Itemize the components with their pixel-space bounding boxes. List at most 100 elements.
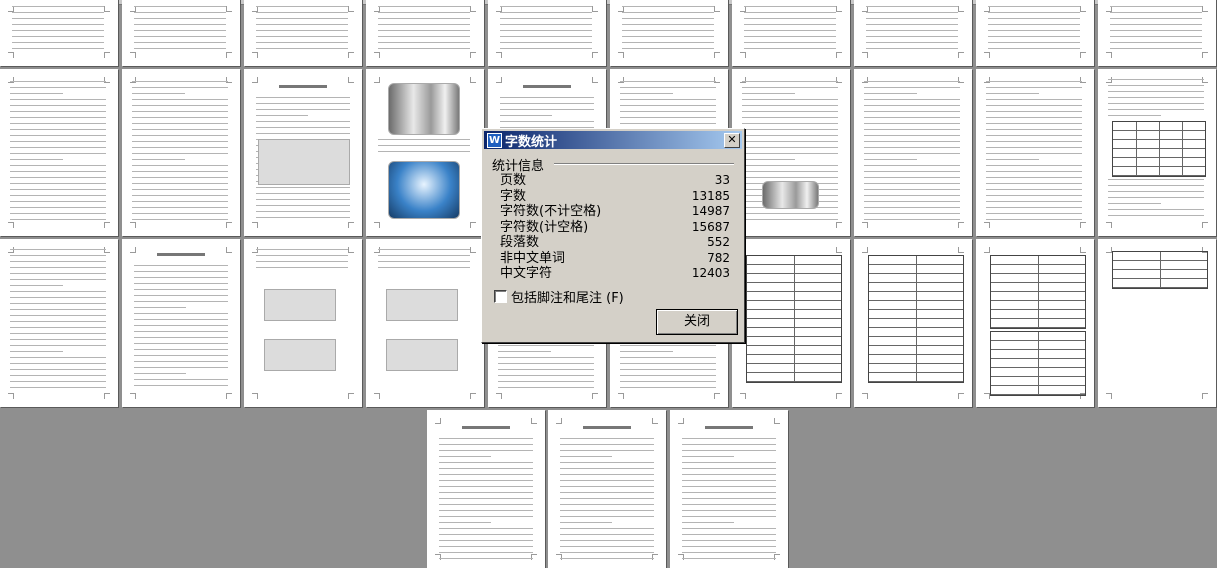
page-thumbnail[interactable] <box>122 239 240 407</box>
crop-mark <box>618 52 624 58</box>
text-line <box>134 271 228 272</box>
text-line <box>439 534 533 535</box>
text-line <box>1108 91 1204 92</box>
stat-label: 字符数(不计空格) <box>500 204 602 219</box>
text-line <box>866 18 958 19</box>
text-line <box>622 42 714 43</box>
page-thumbnail[interactable] <box>854 0 972 66</box>
text-line <box>560 462 654 463</box>
page-thumbnail[interactable] <box>670 410 788 568</box>
text-line <box>10 171 106 172</box>
text-line <box>439 486 533 487</box>
text-line <box>12 36 104 37</box>
text-line <box>742 99 838 100</box>
text-line <box>560 504 654 505</box>
text-line <box>1108 85 1204 86</box>
close-icon[interactable]: ✕ <box>724 133 740 148</box>
page-thumbnail[interactable] <box>976 239 1094 407</box>
text-line <box>620 363 716 364</box>
page-thumbnail[interactable] <box>610 0 728 66</box>
text-line <box>620 381 716 382</box>
text-line <box>134 361 228 362</box>
text-line <box>742 147 838 148</box>
text-line <box>10 129 106 130</box>
page-thumbnail[interactable] <box>122 0 240 66</box>
text-line <box>560 486 654 487</box>
text-line <box>682 558 776 559</box>
text-line <box>439 444 533 445</box>
page-thumbnail[interactable] <box>122 69 240 236</box>
page-thumbnail[interactable] <box>366 239 484 407</box>
crop-mark <box>862 52 868 58</box>
text-line <box>500 6 592 7</box>
text-line <box>988 6 1080 7</box>
include-footnotes-checkbox[interactable] <box>494 290 507 303</box>
text-line <box>10 303 106 304</box>
text-line <box>439 552 533 553</box>
crop-mark <box>984 52 990 58</box>
page-thumbnail[interactable] <box>427 410 545 568</box>
crop-mark <box>104 222 110 228</box>
page-thumbnail[interactable] <box>488 0 606 66</box>
text-line <box>498 351 551 352</box>
text-line <box>864 159 917 160</box>
text-line <box>134 18 226 19</box>
text-line <box>986 207 1082 208</box>
text-line <box>378 24 470 25</box>
text-line <box>682 522 734 523</box>
page-thumbnail[interactable] <box>732 239 850 407</box>
text-line <box>132 177 228 178</box>
dialog-titlebar[interactable]: W 字数统计 ✕ <box>484 131 742 150</box>
text-line <box>682 474 776 475</box>
page-thumbnail[interactable] <box>1098 239 1216 407</box>
text-line <box>132 213 228 214</box>
page-thumbnail[interactable] <box>854 239 972 407</box>
include-footnotes-label[interactable]: 包括脚注和尾注 (F) <box>511 287 624 306</box>
text-line <box>378 6 470 7</box>
page-thumbnail[interactable] <box>366 69 484 236</box>
text-line <box>560 444 654 445</box>
text-line <box>132 123 228 124</box>
page-thumbnail[interactable] <box>854 69 972 236</box>
crop-mark <box>958 247 964 253</box>
crop-mark <box>470 52 476 58</box>
text-line <box>560 492 654 493</box>
text-line <box>986 201 1082 202</box>
page-thumbnail[interactable] <box>976 0 1094 66</box>
text-line <box>620 351 673 352</box>
page-thumbnail[interactable] <box>1098 0 1216 66</box>
chapter-heading <box>583 426 631 429</box>
text-line <box>132 135 228 136</box>
table-column-rule <box>1182 122 1183 176</box>
crop-mark <box>8 222 14 228</box>
crop-mark <box>958 77 964 83</box>
stat-label: 中文字符 <box>500 266 553 281</box>
page-thumbnail[interactable] <box>0 0 118 66</box>
crop-mark <box>104 393 110 399</box>
page-thumbnail[interactable] <box>1098 69 1216 236</box>
page-thumbnail[interactable] <box>732 0 850 66</box>
page-thumbnail[interactable] <box>0 69 118 236</box>
close-button[interactable]: 关闭 <box>656 309 738 335</box>
text-line <box>986 135 1082 136</box>
text-line <box>134 283 228 284</box>
text-line <box>864 117 960 118</box>
crop-mark <box>1080 77 1086 83</box>
stat-row-words: 字数 13185 <box>500 189 730 205</box>
text-line <box>620 387 716 388</box>
page-thumbnail[interactable] <box>244 239 362 407</box>
text-line <box>620 117 716 118</box>
crop-mark <box>104 77 110 83</box>
page-thumbnail[interactable] <box>976 69 1094 236</box>
page-thumbnail[interactable] <box>548 410 666 568</box>
page-thumbnail[interactable] <box>0 239 118 407</box>
page-thumbnail[interactable] <box>732 69 850 236</box>
text-line <box>12 6 104 7</box>
text-line <box>132 99 228 100</box>
page-thumbnail[interactable] <box>366 0 484 66</box>
page-thumbnail[interactable] <box>244 69 362 236</box>
text-line <box>256 187 350 188</box>
table-thumbnail <box>1112 251 1208 289</box>
text-line <box>498 369 594 370</box>
page-thumbnail[interactable] <box>244 0 362 66</box>
